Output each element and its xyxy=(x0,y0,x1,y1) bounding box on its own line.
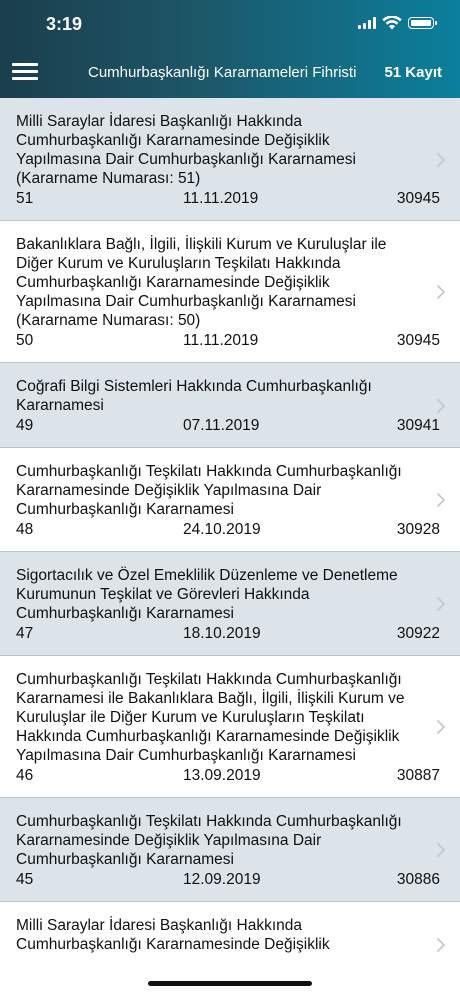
page-title: Cumhurbaşkanlığı Kararnameleri Fihristi xyxy=(88,64,357,81)
status-icons xyxy=(358,16,437,30)
chevron-right-icon xyxy=(437,937,445,952)
decree-title: Milli Saraylar İdaresi Başkanlığı Hakkın… xyxy=(16,113,357,187)
decree-date: 07.11.2019 xyxy=(183,417,260,434)
navigation-header: 3:19 Cumhurbaşkanlığı Kararnameleri Fihr… xyxy=(0,0,460,98)
decree-number: 51 xyxy=(16,190,34,207)
decree-date: 12.09.2019 xyxy=(183,871,261,888)
decree-meta: 49 07.11.2019 30941 xyxy=(16,416,440,435)
chevron-right-icon xyxy=(437,398,445,413)
chevron-right-icon xyxy=(437,493,445,507)
gazette-number: 30945 xyxy=(396,332,440,349)
gazette-number: 30887 xyxy=(396,767,440,784)
decree-number: 46 xyxy=(16,767,34,784)
decree-meta: 47 18.10.2019 30922 xyxy=(16,624,440,643)
decree-title: Coğrafi Bilgi Sistemleri Hakkında Cumhur… xyxy=(16,378,372,414)
decree-meta: 46 13.09.2019 30887 xyxy=(16,766,440,785)
decree-number: 49 xyxy=(16,417,34,434)
decree-date: 24.10.2019 xyxy=(183,521,261,538)
record-count: 51 Kayıt xyxy=(384,64,442,81)
gazette-number: 30928 xyxy=(396,521,440,538)
decree-title: Sigortacılık ve Özel Emeklilik Düzenleme… xyxy=(16,567,398,622)
home-indicator[interactable] xyxy=(148,981,312,986)
decree-number: 47 xyxy=(16,625,34,642)
bottom-fade xyxy=(0,958,460,996)
decree-meta: 45 12.09.2019 30886 xyxy=(16,870,440,889)
decree-date: 18.10.2019 xyxy=(183,625,261,642)
decree-date: 13.09.2019 xyxy=(183,767,261,784)
list-item[interactable]: Milli Saraylar İdaresi Başkanlığı Hakkın… xyxy=(0,98,460,221)
chevron-right-icon xyxy=(437,843,445,857)
list-item[interactable]: Sigortacılık ve Özel Emeklilik Düzenleme… xyxy=(0,552,460,656)
gazette-number: 30945 xyxy=(396,190,440,207)
decree-meta: 50 11.11.2019 30945 xyxy=(16,331,440,350)
hamburger-menu-icon[interactable] xyxy=(12,63,38,81)
chevron-right-icon xyxy=(437,597,445,611)
chevron-right-icon xyxy=(437,152,445,167)
chevron-right-icon xyxy=(437,720,445,734)
gazette-number: 30922 xyxy=(396,625,440,642)
wifi-icon xyxy=(382,16,402,30)
decree-date: 11.11.2019 xyxy=(183,190,259,207)
list-item[interactable]: Cumhurbaşkanlığı Teşkilatı Hakkında Cumh… xyxy=(0,798,460,902)
list-item[interactable]: Coğrafi Bilgi Sistemleri Hakkında Cumhur… xyxy=(0,363,460,448)
list-item[interactable]: Cumhurbaşkanlığı Teşkilatı Hakkında Cumh… xyxy=(0,656,460,798)
decree-list: Milli Saraylar İdaresi Başkanlığı Hakkın… xyxy=(0,98,460,987)
decree-title: Milli Saraylar İdaresi Başkanlığı Hakkın… xyxy=(16,917,330,953)
gazette-number: 30886 xyxy=(396,871,440,888)
status-time: 3:19 xyxy=(46,14,83,34)
decree-title: Bakanlıklara Bağlı, İlgili, İlişkili Kur… xyxy=(16,236,387,329)
chevron-right-icon xyxy=(437,285,445,299)
list-item[interactable]: Cumhurbaşkanlığı Teşkilatı Hakkında Cumh… xyxy=(0,448,460,552)
decree-number: 50 xyxy=(16,332,34,349)
list-item[interactable]: Bakanlıklara Bağlı, İlgili, İlişkili Kur… xyxy=(0,221,460,363)
decree-title: Cumhurbaşkanlığı Teşkilatı Hakkında Cumh… xyxy=(16,671,405,764)
gazette-number: 30941 xyxy=(396,417,440,434)
decree-number: 45 xyxy=(16,871,34,888)
decree-number: 48 xyxy=(16,521,34,538)
battery-icon xyxy=(408,17,437,29)
decree-title: Cumhurbaşkanlığı Teşkilatı Hakkında Cumh… xyxy=(16,463,402,518)
decree-title: Cumhurbaşkanlığı Teşkilatı Hakkında Cumh… xyxy=(16,813,402,868)
decree-meta: 48 24.10.2019 30928 xyxy=(16,520,440,539)
decree-date: 11.11.2019 xyxy=(183,332,259,349)
decree-meta: 51 11.11.2019 30945 xyxy=(16,189,440,208)
cellular-signal-icon xyxy=(358,17,376,29)
